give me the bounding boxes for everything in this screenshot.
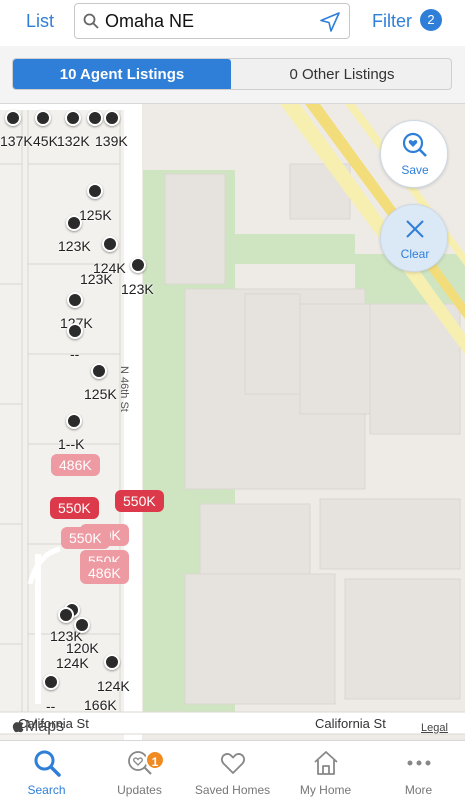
apple-logo-icon (12, 719, 24, 733)
listing-pin[interactable] (104, 654, 120, 670)
tab-agent-listings[interactable]: 10 Agent Listings (13, 59, 231, 89)
pin-price-label: 125K (79, 207, 112, 223)
maps-attribution-text: Maps (25, 718, 65, 735)
tab-label: Updates (117, 783, 162, 797)
street-label-california: California St (315, 716, 386, 731)
listing-price-marker[interactable]: 486K (80, 562, 129, 584)
pin-price-label: 124K (56, 655, 89, 671)
save-search-icon (402, 132, 427, 157)
filter-count-badge: 2 (420, 9, 442, 31)
map-view[interactable]: 137K 45K 132K 139K 125K 123K 124K 123K 1… (0, 104, 465, 740)
listing-pin[interactable] (102, 236, 118, 252)
pin-price-label: 125K (84, 386, 117, 402)
close-icon (406, 220, 424, 238)
pin-price-label: -- (70, 346, 80, 362)
save-button-label: Save (401, 163, 429, 177)
legal-link[interactable]: Legal (421, 722, 448, 734)
listing-pin[interactable] (87, 183, 103, 199)
search-icon (34, 750, 61, 777)
listing-pin[interactable] (67, 323, 83, 339)
pin-price-label: 166K (84, 697, 117, 713)
location-arrow-icon[interactable] (319, 11, 341, 33)
tab-updates[interactable]: 1 Updates (93, 741, 186, 800)
listing-price-marker[interactable]: 550K (61, 527, 110, 549)
tab-my-home[interactable]: My Home (279, 741, 372, 800)
pin-price-label: 123K (58, 238, 91, 254)
listing-pin[interactable] (58, 607, 74, 623)
listing-pin[interactable] (66, 215, 82, 231)
listing-pin[interactable] (35, 110, 51, 126)
list-view-link[interactable]: List (26, 11, 54, 32)
listing-pin[interactable] (130, 257, 146, 273)
pin-price-label: 139K (95, 133, 128, 149)
listing-type-bar: 10 Agent Listings 0 Other Listings (0, 46, 465, 104)
location-search-field[interactable]: Omaha NE (74, 3, 350, 39)
pin-price-label: 120K (66, 640, 99, 656)
pin-price-label: -- (46, 698, 56, 714)
tab-search[interactable]: Search (0, 741, 93, 800)
search-input-value[interactable]: Omaha NE (105, 11, 194, 32)
filter-button[interactable]: Filter (372, 11, 412, 32)
tab-saved-homes[interactable]: Saved Homes (186, 741, 279, 800)
heart-icon (220, 753, 246, 774)
listing-price-marker-selected[interactable]: 550K (50, 497, 99, 519)
save-search-button[interactable]: Save (380, 120, 448, 188)
listing-pin[interactable] (104, 110, 120, 126)
pin-price-label: 45K (33, 133, 58, 149)
listing-pin[interactable] (67, 292, 83, 308)
pin-price-label: 124K (97, 678, 130, 694)
listing-pin[interactable] (65, 110, 81, 126)
listing-pin[interactable] (91, 363, 107, 379)
tab-label: More (404, 783, 433, 797)
bottom-tab-bar: Search 1 Updates Saved Homes My Home Mor… (0, 740, 465, 800)
listing-price-marker[interactable]: 486K (51, 454, 100, 476)
listing-pin[interactable] (5, 110, 21, 126)
pin-price-label: 123K (121, 281, 154, 297)
listing-price-marker-selected[interactable]: 550K (115, 490, 164, 512)
pin-price-label: 137K (0, 133, 33, 149)
tab-label: Saved Homes (194, 783, 271, 797)
tab-label: Search (27, 783, 66, 797)
pin-price-label: 132K (57, 133, 90, 149)
tab-label: My Home (299, 783, 352, 797)
clear-button-label: Clear (400, 247, 430, 261)
maps-attribution: Maps (12, 718, 64, 736)
more-icon (407, 760, 431, 766)
top-bar: List Omaha NE Filter 2 (0, 0, 465, 46)
listing-pin[interactable] (87, 110, 103, 126)
tab-more[interactable]: More (372, 741, 465, 800)
tab-other-listings[interactable]: 0 Other Listings (231, 59, 451, 89)
pin-price-label: 1--K (58, 436, 85, 452)
listing-pin[interactable] (43, 674, 59, 690)
house-icon (314, 751, 338, 775)
street-label-n46th: N 46th St (118, 366, 130, 412)
clear-button[interactable]: Clear (380, 204, 448, 272)
listing-pin[interactable] (74, 617, 90, 633)
listing-type-segmented-control: 10 Agent Listings 0 Other Listings (12, 58, 452, 90)
updates-count-badge: 1 (145, 750, 165, 770)
pin-price-label: 123K (80, 271, 113, 287)
search-icon (83, 13, 99, 29)
listing-pin[interactable] (66, 413, 82, 429)
